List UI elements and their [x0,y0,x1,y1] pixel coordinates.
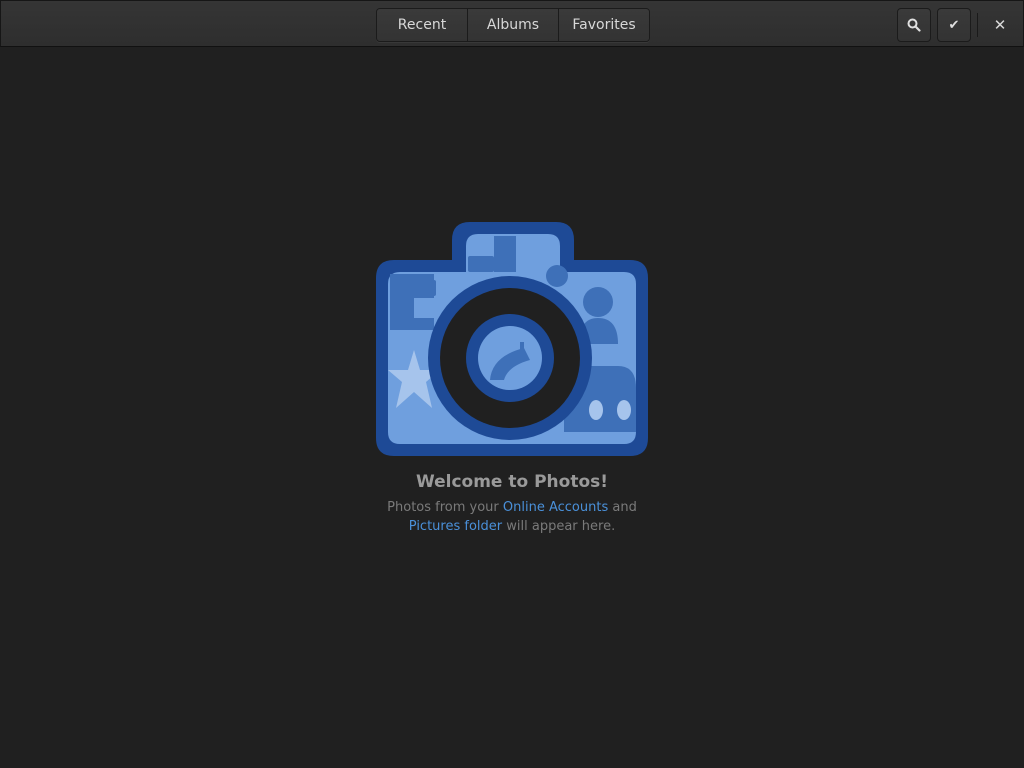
welcome-text-prefix: Photos from your [387,500,503,515]
camera-icon [376,222,648,456]
close-icon: ✕ [993,16,1007,34]
search-icon [907,18,921,32]
welcome-title: Welcome to Photos! [415,472,609,492]
welcome-text-and: and [608,500,637,515]
tab-favorites[interactable]: Favorites [559,9,649,41]
pictures-folder-link[interactable]: Pictures folder [409,519,502,534]
tab-recent[interactable]: Recent [377,9,468,41]
search-button[interactable] [897,8,931,42]
welcome-text-suffix: will appear here. [502,519,616,534]
close-button[interactable]: ✕ [986,11,1014,39]
online-accounts-link[interactable]: Online Accounts [503,500,608,515]
header-separator [977,13,978,37]
welcome-text: Photos from your Online Accounts and Pic… [387,498,637,536]
header-bar: Recent Albums Favorites ✔ ✕ [0,0,1024,47]
checkmark-icon: ✔ [948,17,960,33]
view-switcher: Recent Albums Favorites [376,8,650,42]
selection-mode-button[interactable]: ✔ [937,8,971,42]
empty-state: Welcome to Photos! Photos from your Onli… [312,220,712,536]
tab-albums[interactable]: Albums [468,9,559,41]
